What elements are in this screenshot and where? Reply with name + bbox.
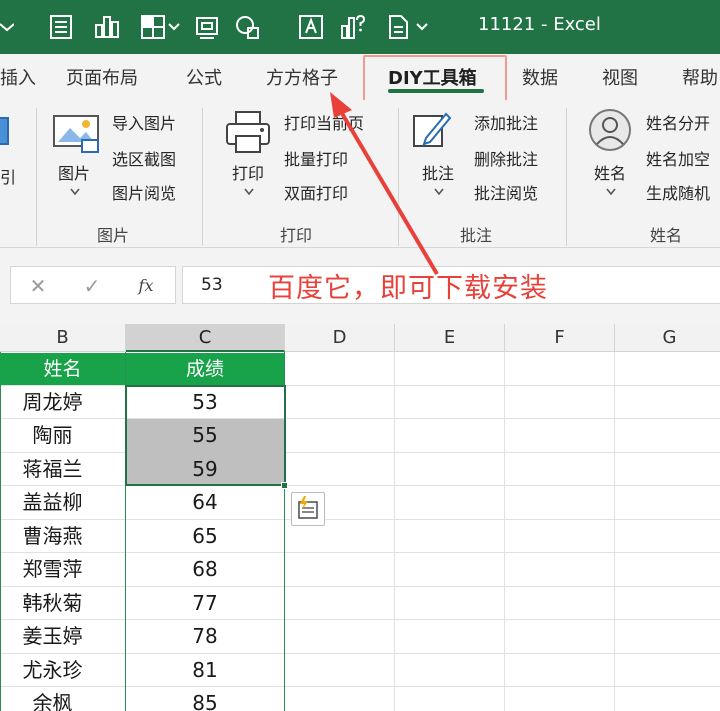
table-cell-name[interactable]: 尤永珍 <box>0 654 105 687</box>
gridline <box>0 485 720 486</box>
table-cell-name[interactable]: 韩秋菊 <box>0 587 105 620</box>
table-cell-score[interactable]: 78 <box>126 620 284 653</box>
gridline <box>0 653 720 654</box>
column-header-g[interactable]: G <box>615 324 720 352</box>
table-cell-score[interactable]: 85 <box>126 687 284 711</box>
gridline <box>0 418 720 419</box>
table-cell-score[interactable]: 59 <box>126 453 284 486</box>
table-cell-name[interactable]: 郑雪萍 <box>0 553 105 586</box>
table-cell-score[interactable]: 81 <box>126 654 284 687</box>
gridline <box>0 552 720 553</box>
table-cell-score[interactable]: 68 <box>126 553 284 586</box>
table-cell-score[interactable]: 65 <box>126 520 284 553</box>
gridline <box>0 619 720 620</box>
table-cell-score[interactable]: 77 <box>126 587 284 620</box>
table-header-name[interactable]: 姓名 <box>0 353 125 385</box>
table-cell-name[interactable]: 蒋福兰 <box>0 453 105 486</box>
table-cell-name[interactable]: 曹海燕 <box>0 520 105 553</box>
gridline <box>0 452 720 453</box>
gridline <box>0 686 720 687</box>
column-header-b[interactable]: B <box>0 324 126 352</box>
table-cell-name[interactable]: 余枫 <box>0 687 105 711</box>
gridline <box>0 519 720 520</box>
gridline <box>504 352 505 711</box>
gridline <box>0 385 720 386</box>
worksheet-grid[interactable]: B C D E F G 姓名 成绩 周龙婷 53 陶丽 55 蒋福兰 59 盖益… <box>0 324 720 711</box>
column-header-f[interactable]: F <box>505 324 615 352</box>
gridline <box>0 586 720 587</box>
table-cell-name[interactable]: 陶丽 <box>0 419 105 452</box>
column-header-c[interactable]: C <box>126 324 285 352</box>
table-cell-score[interactable]: 55 <box>126 419 284 452</box>
table-cell-score[interactable]: 53 <box>126 386 284 419</box>
quick-analysis-button[interactable] <box>291 492 325 526</box>
column-header-d[interactable]: D <box>285 324 395 352</box>
fill-handle[interactable] <box>281 482 288 489</box>
gridline <box>394 352 395 711</box>
quick-analysis-icon <box>298 496 318 519</box>
table-cell-name[interactable]: 姜玉婷 <box>0 620 105 653</box>
table-cell-score[interactable]: 64 <box>126 486 284 519</box>
table-cell-name[interactable]: 盖益柳 <box>0 486 105 519</box>
table-header-score[interactable]: 成绩 <box>126 353 284 385</box>
column-header-e[interactable]: E <box>395 324 505 352</box>
table-cell-name[interactable]: 周龙婷 <box>0 386 105 419</box>
gridline <box>614 352 615 711</box>
